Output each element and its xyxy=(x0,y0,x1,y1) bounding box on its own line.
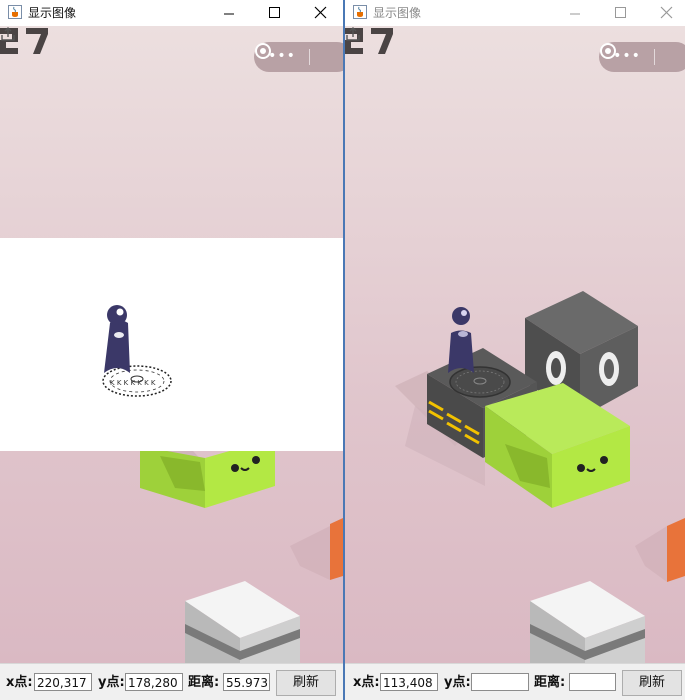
distance-label: 距离: xyxy=(534,675,566,690)
image-window-right: 显示图像 ••• x点: 113,408 y点: 距离: 刷新 xyxy=(345,0,685,700)
x-point-field[interactable]: 220,317 xyxy=(34,673,92,691)
close-icon[interactable] xyxy=(310,3,330,23)
menu-capsule[interactable]: ••• xyxy=(254,42,343,72)
java-cup-icon xyxy=(8,5,22,19)
refresh-button[interactable]: 刷新 xyxy=(276,670,336,696)
image-window-left: 显示图像 27 ••• xyxy=(0,0,343,700)
distance-field[interactable] xyxy=(569,673,616,691)
distance-label: 距离: xyxy=(188,675,220,690)
maximize-icon[interactable] xyxy=(610,3,630,23)
target-icon[interactable] xyxy=(599,42,617,60)
orange-block xyxy=(667,518,685,582)
green-block-eye xyxy=(252,456,260,464)
minimize-icon[interactable] xyxy=(565,3,585,23)
maximize-icon[interactable] xyxy=(264,3,284,23)
menu-capsule[interactable]: ••• xyxy=(599,42,685,72)
refresh-button[interactable]: 刷新 xyxy=(622,670,682,696)
window-title: 显示图像 xyxy=(28,6,77,20)
processed-image-overlay: K K K K K K K xyxy=(0,238,343,451)
x-label: x点: xyxy=(6,675,33,690)
title-bar[interactable]: 显示图像 xyxy=(345,0,685,26)
extracted-player: K K K K K K K xyxy=(102,305,172,397)
title-bar[interactable]: 显示图像 xyxy=(0,0,343,26)
close-icon[interactable] xyxy=(656,3,676,23)
player-piece xyxy=(448,330,474,373)
y-point-field[interactable]: 178,280 xyxy=(125,673,183,691)
minimize-icon[interactable] xyxy=(219,3,239,23)
coordinate-bar: x点: 220,317 y点: 178,280 距离: 55.973 刷新 xyxy=(0,663,343,700)
distance-field[interactable]: 55.973 xyxy=(223,673,270,691)
capsule-divider xyxy=(309,49,310,65)
share-icon[interactable] xyxy=(0,26,16,42)
green-block-eye xyxy=(231,464,239,472)
capsule-divider xyxy=(654,49,655,65)
svg-text:K K K K K K K: K K K K K K K xyxy=(110,379,156,387)
window-title: 显示图像 xyxy=(373,6,422,20)
x-point-field[interactable]: 113,408 xyxy=(380,673,438,691)
y-label: y点: xyxy=(98,675,125,690)
java-cup-icon xyxy=(353,5,367,19)
coordinate-bar: x点: 113,408 y点: 距离: 刷新 xyxy=(345,663,685,700)
share-icon[interactable] xyxy=(345,26,361,42)
x-label: x点: xyxy=(353,675,380,690)
game-scene xyxy=(395,291,685,663)
y-label: y点: xyxy=(444,675,471,690)
y-point-field[interactable] xyxy=(471,673,529,691)
target-icon[interactable] xyxy=(254,42,272,60)
orange-block xyxy=(330,518,343,580)
game-view[interactable]: 27 ••• xyxy=(345,26,685,663)
